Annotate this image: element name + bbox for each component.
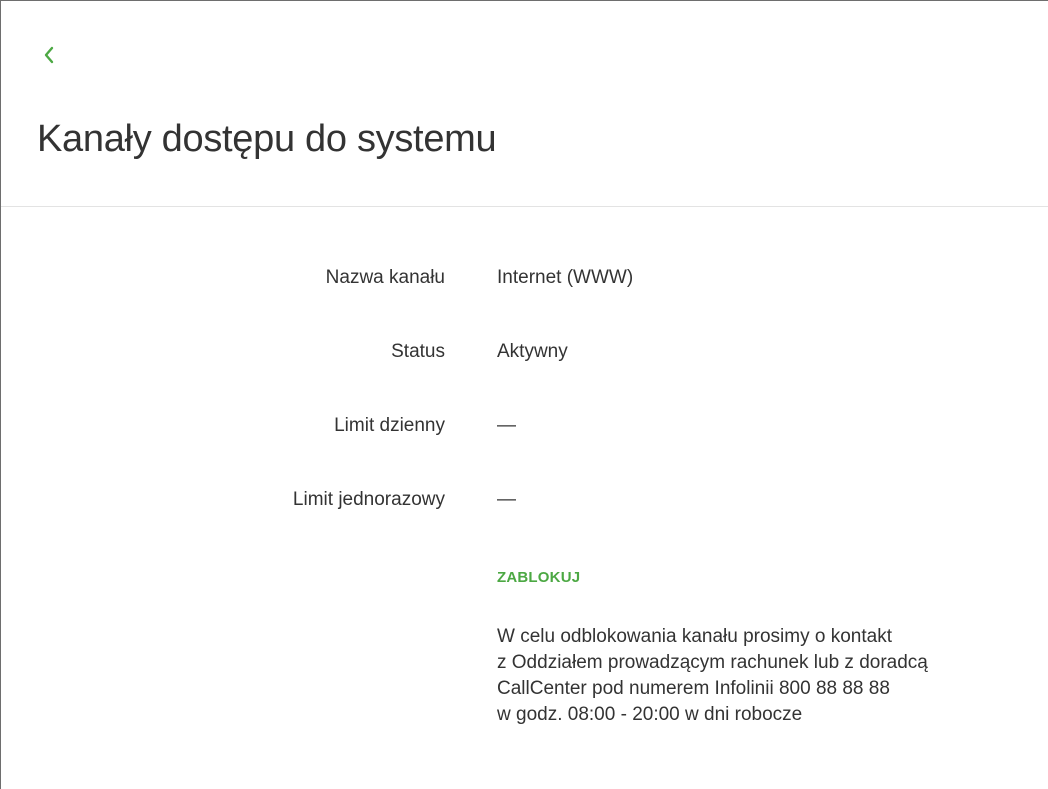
info-line: w godz. 08:00 - 20:00 w dni robocze bbox=[497, 704, 803, 725]
channel-name-label: Nazwa kanału bbox=[325, 267, 445, 288]
detail-row-single-limit: Limit jednorazowy — bbox=[1, 483, 1048, 557]
info-line: W celu odblokowania kanału prosimy o kon… bbox=[497, 626, 892, 647]
status-label: Status bbox=[391, 341, 445, 362]
single-limit-label: Limit jednorazowy bbox=[292, 489, 445, 510]
single-limit-value: — bbox=[497, 489, 516, 510]
info-line: z Oddziałem prowadzącym rachunek lub z d… bbox=[497, 652, 928, 673]
daily-limit-value: — bbox=[497, 415, 516, 436]
daily-limit-label: Limit dzienny bbox=[334, 415, 445, 436]
channel-name-value: Internet (WWW) bbox=[497, 267, 634, 288]
channel-details: Nazwa kanału Internet (WWW) Status Aktyw… bbox=[1, 261, 1048, 557]
page-frame: Kanały dostępu do systemu Nazwa kanału I… bbox=[0, 0, 1048, 789]
detail-row-daily-limit: Limit dzienny — bbox=[1, 409, 1048, 483]
block-channel-button[interactable]: ZABLOKUJ bbox=[497, 566, 580, 590]
unblock-info-text: W celu odblokowania kanału prosimy o kon… bbox=[497, 624, 1037, 728]
detail-row-channel-name: Nazwa kanału Internet (WWW) bbox=[1, 261, 1048, 335]
info-line: CallCenter pod numerem Infolinii 800 88 … bbox=[497, 678, 890, 699]
header-divider bbox=[1, 206, 1048, 207]
page-title: Kanały dostępu do systemu bbox=[37, 118, 497, 160]
detail-row-status: Status Aktywny bbox=[1, 335, 1048, 409]
back-button[interactable] bbox=[37, 41, 61, 69]
status-value: Aktywny bbox=[497, 341, 568, 362]
chevron-left-icon bbox=[44, 46, 54, 64]
